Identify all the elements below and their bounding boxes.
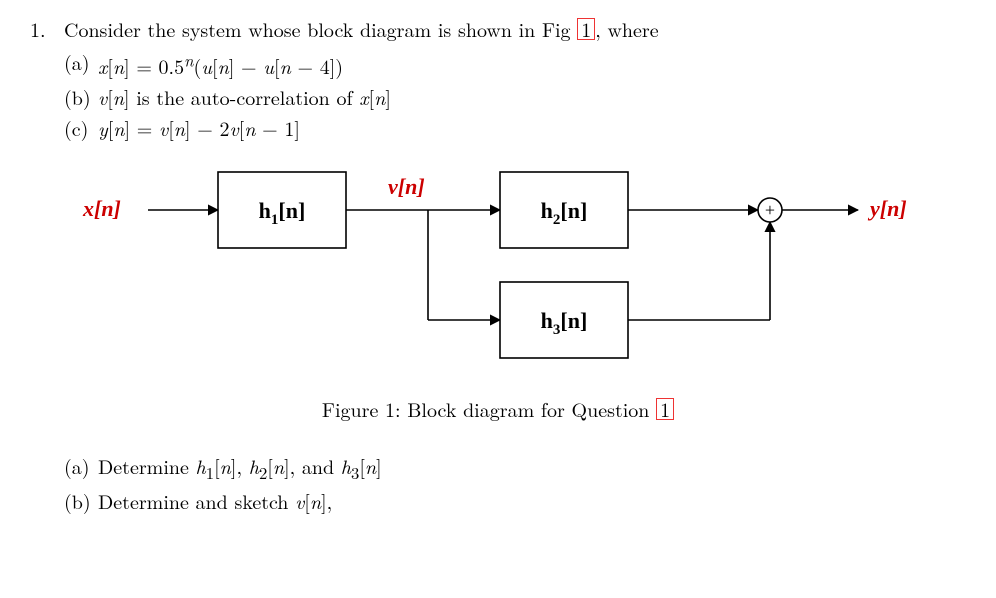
part-a-text: Determine h1[n], h2[n], and h3[n] bbox=[98, 451, 382, 484]
fig-ref-link[interactable]: 1 bbox=[577, 18, 595, 40]
signal-y-label: y[n] bbox=[867, 196, 907, 221]
figure-caption: Figure 1: Block diagram for Question 1 bbox=[30, 394, 966, 423]
part-a-label: (a) bbox=[64, 451, 98, 480]
part-b: (b) Determine and sketch v[n], bbox=[64, 486, 966, 515]
given-a-text: x[n] = 0.5n(u[n] − u[n − 4]) bbox=[98, 47, 343, 80]
given-a-label: (a) bbox=[64, 47, 98, 76]
part-b-label: (b) bbox=[64, 486, 98, 515]
given-c-label: (c) bbox=[64, 113, 98, 142]
given-b: (b) v[n] is the auto-correlation of x[n] bbox=[64, 82, 966, 111]
given-b-text: v[n] is the auto-correlation of x[n] bbox=[98, 82, 391, 111]
question-prompt: Consider the system whose block diagram … bbox=[64, 14, 659, 43]
signal-v-label: v[n] bbox=[388, 174, 425, 199]
figure-caption-text: Figure 1: Block diagram for Question bbox=[322, 394, 656, 423]
block-diagram: x[n] h1[n] v[n] h2[n] bbox=[58, 160, 938, 380]
parts-list: (a) Determine h1[n], h2[n], and h3[n] (b… bbox=[64, 451, 966, 515]
question-line: 1. Consider the system whose block diagr… bbox=[30, 14, 966, 43]
signal-x-label: x[n] bbox=[82, 196, 121, 221]
given-c: (c) y[n] = v[n] − 2v[n − 1] bbox=[64, 113, 966, 142]
part-a: (a) Determine h1[n], h2[n], and h3[n] bbox=[64, 451, 966, 484]
question-number: 1. bbox=[30, 14, 64, 43]
given-c-text: y[n] = v[n] − 2v[n − 1] bbox=[98, 113, 300, 142]
given-b-label: (b) bbox=[64, 82, 98, 111]
given-list: (a) x[n] = 0.5n(u[n] − u[n − 4]) (b) v[n… bbox=[64, 47, 966, 142]
prompt-pre: Consider the system whose block diagram … bbox=[64, 14, 577, 43]
prompt-post: , where bbox=[595, 14, 658, 43]
given-a: (a) x[n] = 0.5n(u[n] − u[n − 4]) bbox=[64, 47, 966, 80]
sum-plus-icon: + bbox=[765, 200, 775, 220]
part-b-text: Determine and sketch v[n], bbox=[98, 486, 332, 515]
question-ref-link[interactable]: 1 bbox=[656, 398, 674, 420]
